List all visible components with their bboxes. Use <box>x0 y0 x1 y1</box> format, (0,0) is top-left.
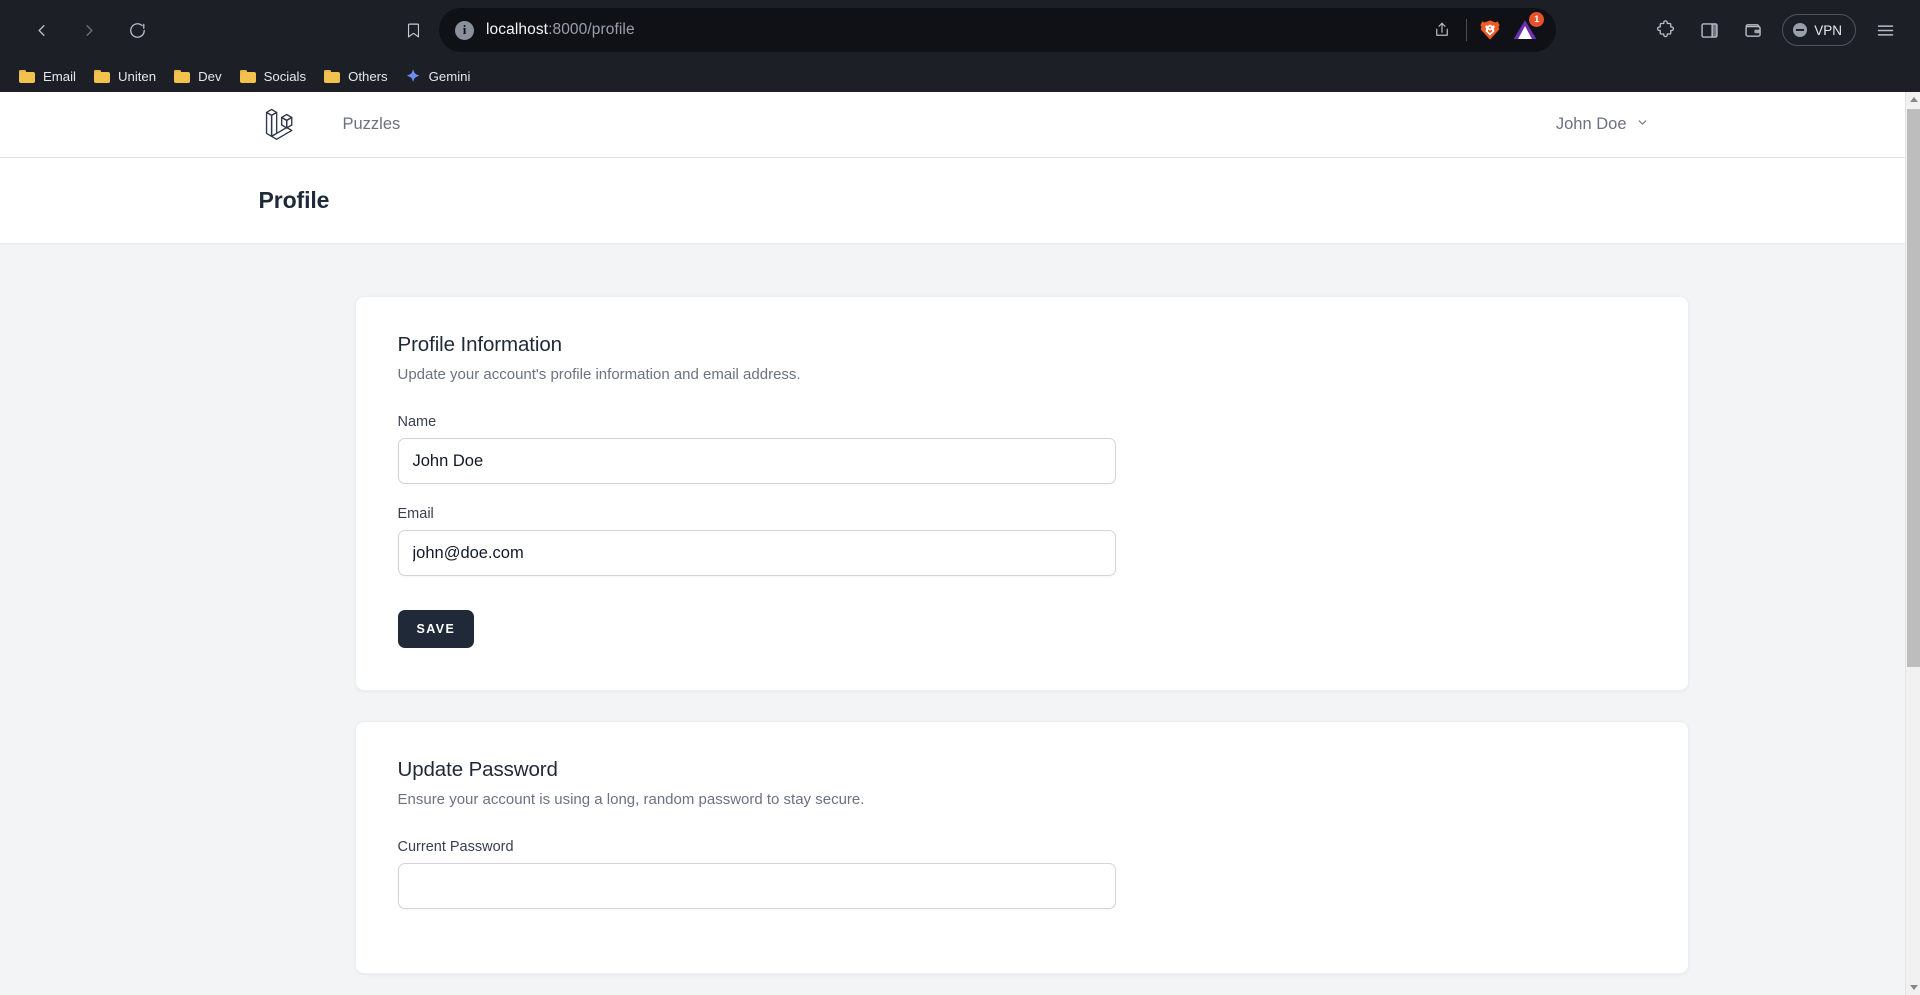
folder-icon <box>239 69 256 83</box>
update-password-card: Update Password Ensure your account is u… <box>354 721 1689 974</box>
url-path: :8000/profile <box>548 21 635 38</box>
page-header: Profile <box>0 158 1905 243</box>
address-bar[interactable]: i localhost:8000/profile 1 <box>439 8 1557 52</box>
bookmark-label: Others <box>348 68 388 84</box>
bookmark-label: Uniten <box>117 68 157 84</box>
email-label: Email <box>397 506 434 522</box>
laravel-logo-icon[interactable] <box>259 103 301 147</box>
address-bar-actions: 1 <box>1429 12 1545 43</box>
name-field-group: Name <box>397 414 1646 484</box>
brave-shields-lion-icon[interactable] <box>1478 19 1501 42</box>
bookmark-label: Dev <box>198 68 222 84</box>
folder-icon <box>174 69 191 83</box>
user-menu-button[interactable]: John Doe <box>1556 115 1809 134</box>
wallet-icon[interactable] <box>1732 9 1774 51</box>
name-input[interactable] <box>397 438 1116 484</box>
save-profile-button[interactable]: SAVE <box>397 610 475 648</box>
bookmark-label: Socials <box>263 68 307 84</box>
scroll-down-arrow-icon[interactable] <box>1906 980 1920 995</box>
email-field-group: Email <box>397 506 1646 576</box>
web-page: Puzzles John Doe Profile Profile Informa… <box>0 92 1905 995</box>
email-input[interactable] <box>397 530 1116 576</box>
current-password-input[interactable] <box>397 863 1116 909</box>
chevron-down-icon <box>1636 115 1649 134</box>
vpn-button[interactable]: VPN <box>1782 14 1856 46</box>
profile-information-subtitle: Update your account's profile informatio… <box>397 366 801 383</box>
url-bar-area: i localhost:8000/profile 1 <box>158 7 1644 53</box>
scroll-up-arrow-icon[interactable] <box>1906 92 1920 107</box>
back-button[interactable] <box>20 9 62 51</box>
update-password-form: Current Password <box>397 839 1646 909</box>
nav-link-label: Puzzles <box>342 114 401 133</box>
url-text: localhost:8000/profile <box>486 21 635 39</box>
update-password-subtitle: Ensure your account is using a long, ran… <box>397 791 865 808</box>
forward-button[interactable] <box>68 9 110 51</box>
main-content: Profile Information Update your account'… <box>0 243 1905 974</box>
name-label: Name <box>397 414 437 430</box>
profile-information-form: Name Email SAVE <box>397 414 1646 648</box>
bookmark-item-uniten[interactable]: Uniten <box>85 65 165 88</box>
vpn-status-icon <box>1793 23 1808 37</box>
folder-icon <box>93 69 110 83</box>
bookmark-item-gemini[interactable]: Gemini <box>397 65 480 88</box>
bookmarks-bar: Email Uniten Dev Socials Others Gemini <box>0 60 1920 92</box>
url-host: localhost <box>486 21 549 38</box>
reload-button[interactable] <box>116 9 158 51</box>
bookmark-item-dev[interactable]: Dev <box>165 65 230 88</box>
current-password-label: Current Password <box>397 839 514 855</box>
bookmark-label: Email <box>43 68 76 84</box>
current-password-field-group: Current Password <box>397 839 1646 909</box>
browser-toolbar: i localhost:8000/profile 1 VPN <box>0 0 1920 60</box>
bookmark-icon[interactable] <box>396 13 430 47</box>
bookmark-label: Gemini <box>428 68 471 84</box>
browser-chrome: i localhost:8000/profile 1 VPN Email Uni… <box>0 0 1920 92</box>
extension-triangle-icon[interactable]: 1 <box>1512 12 1545 43</box>
bookmark-item-email[interactable]: Email <box>10 65 85 88</box>
user-name-label: John Doe <box>1555 115 1627 133</box>
scrollbar-thumb[interactable] <box>1907 109 1920 667</box>
sidebar-panel-icon[interactable] <box>1688 9 1730 51</box>
navigation-buttons <box>20 9 158 51</box>
vpn-label: VPN <box>1814 22 1842 38</box>
share-icon[interactable] <box>1429 17 1455 43</box>
profile-information-title: Profile Information <box>397 333 563 356</box>
folder-icon <box>19 69 35 83</box>
puzzle-piece-icon[interactable] <box>1644 9 1686 51</box>
gemini-sparkle-icon <box>406 69 421 84</box>
site-info-icon[interactable]: i <box>455 20 474 40</box>
toolbar-divider <box>1466 19 1468 41</box>
app-navbar: Puzzles John Doe <box>0 92 1905 158</box>
bookmark-item-others[interactable]: Others <box>315 65 397 88</box>
update-password-title: Update Password <box>397 758 558 781</box>
toolbar-right-actions: VPN <box>1644 9 1906 51</box>
page-scrollbar[interactable] <box>1905 92 1920 995</box>
hamburger-menu-icon[interactable] <box>1864 9 1906 51</box>
extension-badge: 1 <box>1529 12 1545 27</box>
nav-link-puzzles[interactable]: Puzzles <box>343 92 401 158</box>
folder-icon <box>324 69 341 83</box>
page-title: Profile <box>258 187 330 213</box>
profile-information-card: Profile Information Update your account'… <box>354 296 1689 691</box>
bookmark-item-socials[interactable]: Socials <box>231 65 316 88</box>
page-viewport: Puzzles John Doe Profile Profile Informa… <box>0 92 1920 995</box>
